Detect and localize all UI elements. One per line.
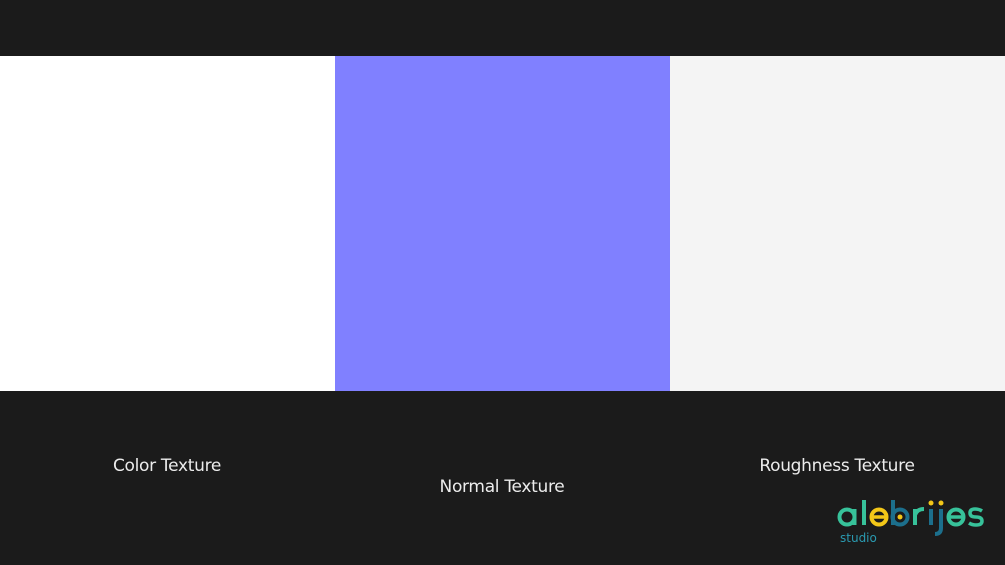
roughness-texture-label: Roughness Texture [759,456,915,476]
roughness-texture-swatch [670,56,1005,391]
normal-texture-swatch [335,56,670,391]
alebrijes-studio-logo: studio [836,496,996,548]
logo-mark: studio [837,500,984,545]
color-texture-swatch [0,56,335,391]
normal-texture-label: Normal Texture [439,477,565,497]
logo-subtitle: studio [840,531,877,545]
color-texture-label: Color Texture [112,456,222,476]
